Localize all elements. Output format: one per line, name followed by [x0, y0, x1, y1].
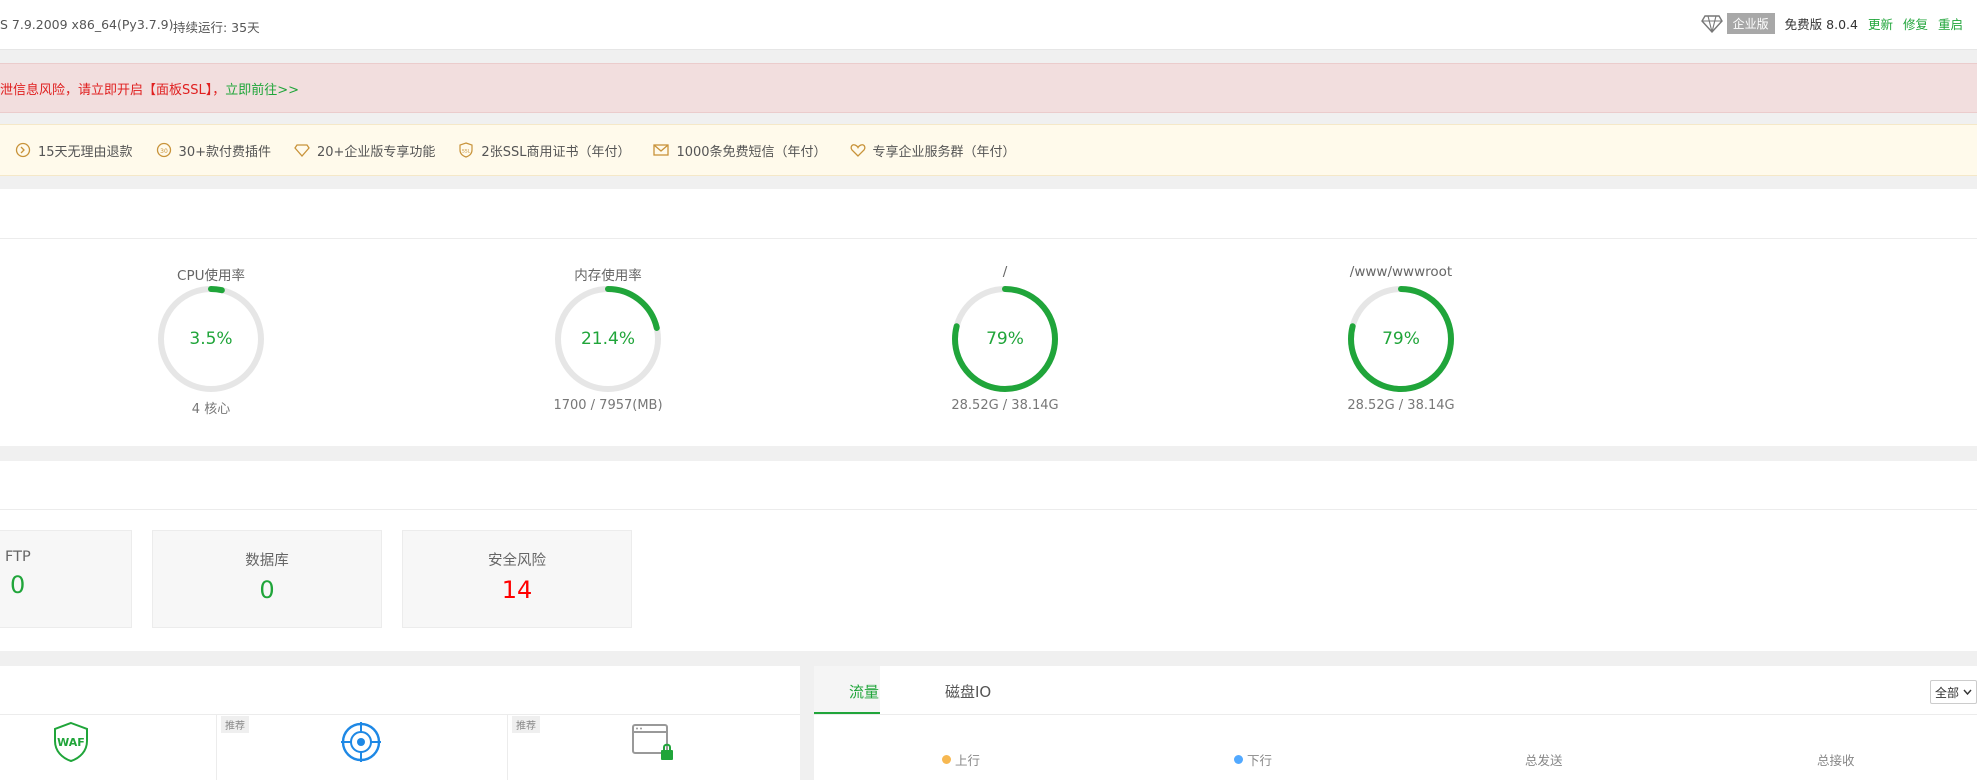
gauge-title: CPU使用率 [177, 268, 245, 284]
legend-total-received: 总接收 [1817, 750, 1855, 769]
target-scan-icon [341, 722, 381, 762]
version-text: 免费版 8.0.4 [1784, 17, 1858, 32]
enterprise-label: 企业版 [1726, 13, 1775, 34]
legend-download: 下行 [1234, 750, 1272, 769]
gauge-value: 79% [1382, 329, 1420, 349]
software-item-waf[interactable]: WAF [0, 715, 217, 780]
ssl-shield-icon: SSL [459, 142, 474, 158]
warning-goto-link[interactable]: 立即前往>> [225, 83, 299, 98]
gauge-subtitle: 28.52G / 38.14G [951, 398, 1059, 413]
chevron-down-icon [1963, 689, 1972, 695]
card-label: 数据库 [245, 553, 289, 569]
heart-service-icon [850, 144, 865, 157]
perk-label: 专享企业服务群（年付） [872, 144, 1016, 160]
enterprise-badge[interactable]: 企业版 [1700, 13, 1775, 34]
security-risk-card[interactable]: 安全风险 14 [402, 530, 632, 628]
traffic-panel: 流量 磁盘IO 全部 [814, 666, 1977, 780]
top-bar: S 7.9.2009 x86_64(Py3.7.9) 持续运行: 35天 企业版… [0, 0, 1977, 50]
ssl-warning-banner: 泄信息风险，请立即开启【面板SSL】，立即前往>> [0, 63, 1977, 113]
waf-shield-text: WAF [57, 736, 85, 749]
disk-root-gauge[interactable]: / 79% 28.52G / 38.14G [930, 264, 1080, 413]
svg-text:SSL: SSL [462, 149, 471, 155]
software-item-monitor[interactable] [216, 715, 508, 780]
card-value[interactable]: 0 [0, 571, 131, 599]
perk-item[interactable]: 专享企业服务群（年付） [849, 141, 1016, 160]
perk-item[interactable]: 1000条免费短信（年付） [652, 141, 827, 160]
diamond-icon [1700, 14, 1723, 33]
legend-label: 下行 [1247, 753, 1273, 768]
perk-item[interactable]: 15天无理由退款 [14, 141, 133, 160]
legend-label: 上行 [955, 753, 981, 768]
ftp-card[interactable]: FTP 0 [0, 530, 132, 628]
cpu-gauge[interactable]: CPU使用率 3.5% 4 核心 [136, 264, 286, 417]
system-info: S 7.9.2009 x86_64(Py3.7.9) [0, 17, 174, 32]
gauge-title: /www/wwwroot [1349, 264, 1453, 280]
waf-shield-icon: WAF [54, 721, 88, 763]
database-card[interactable]: 数据库 0 [152, 530, 382, 628]
browser-lock-icon [632, 724, 673, 760]
memory-gauge[interactable]: 内存使用率 21.4% 1700 / 7957(MB) [533, 264, 683, 413]
tab-underline [814, 712, 880, 714]
gauge-title: / [1002, 264, 1008, 280]
mail-icon [653, 144, 670, 156]
gauge-value: 21.4% [580, 329, 635, 349]
warning-text: 泄信息风险，请立即开启【面板SSL】，立即前往>> [0, 79, 299, 98]
gauge-subtitle: 28.52G / 38.14G [1347, 398, 1455, 413]
restart-link[interactable]: 重启 [1938, 14, 1963, 33]
perk-label: 20+企业版专享功能 [316, 144, 436, 160]
software-panel-header [0, 666, 800, 715]
tab-disk-io[interactable]: 磁盘IO [945, 681, 991, 702]
svg-text:30: 30 [160, 148, 168, 155]
tab-traffic[interactable]: 流量 [849, 681, 879, 702]
legend-total-sent: 总发送 [1525, 750, 1563, 769]
overview-panel-header [0, 461, 1977, 510]
traffic-tabs: 流量 磁盘IO 全部 [814, 666, 1977, 715]
gauge-title: 内存使用率 [574, 268, 642, 284]
legend-upload: 上行 [942, 750, 980, 769]
upload-dot [942, 755, 951, 764]
plugin-icon: 30 [156, 142, 171, 158]
gauge-value: 3.5% [189, 329, 233, 349]
perk-label: 30+款付费插件 [178, 144, 271, 160]
perk-item[interactable]: SSL 2张SSL商用证书（年付） [457, 141, 630, 160]
card-label: FTP [5, 549, 31, 565]
card-label: 安全风险 [488, 553, 546, 569]
legend-label: 总接收 [1817, 753, 1855, 768]
uptime-text: 持续运行: 35天 [173, 20, 260, 35]
software-item-site-lock[interactable] [507, 715, 800, 780]
card-value[interactable]: 0 [153, 576, 381, 604]
warning-message: 泄信息风险，请立即开启【面板SSL】， [0, 83, 226, 98]
download-dot [1234, 755, 1243, 764]
status-panel-header [0, 189, 1977, 239]
software-panel: WAF 推荐 推荐 [0, 666, 800, 780]
perk-label: 1000条免费短信（年付） [676, 144, 827, 160]
perk-label: 15天无理由退款 [38, 144, 133, 160]
legend-label: 总发送 [1525, 753, 1563, 768]
interface-select[interactable]: 全部 [1929, 680, 1977, 704]
status-panel: CPU使用率 3.5% 4 核心 内存使用率 21.4% 1700 / 7957… [0, 189, 1977, 446]
perk-item[interactable]: 30 30+款付费插件 [155, 141, 271, 160]
perk-item[interactable]: 20+企业版专享功能 [293, 141, 435, 160]
diamond-icon [294, 144, 310, 157]
enterprise-perks-bar: 15天无理由退款 30 30+款付费插件 20+企业版专享功能 SSL 2张SS… [0, 124, 1977, 176]
card-value[interactable]: 14 [403, 576, 631, 604]
refund-icon [15, 142, 31, 158]
header-actions: 企业版 免费版 8.0.4 更新 修复 重启 [1700, 13, 1963, 34]
gauge-subtitle: 1700 / 7957(MB) [553, 398, 663, 413]
select-value: 全部 [1934, 685, 1959, 700]
repair-link[interactable]: 修复 [1903, 14, 1928, 33]
perk-label: 2张SSL商用证书（年付） [481, 144, 631, 160]
disk-www-gauge[interactable]: /www/wwwroot 79% 28.52G / 38.14G [1326, 264, 1476, 413]
update-link[interactable]: 更新 [1868, 14, 1893, 33]
gauge-subtitle: 4 核心 [191, 402, 231, 417]
gauge-value: 79% [986, 329, 1024, 349]
